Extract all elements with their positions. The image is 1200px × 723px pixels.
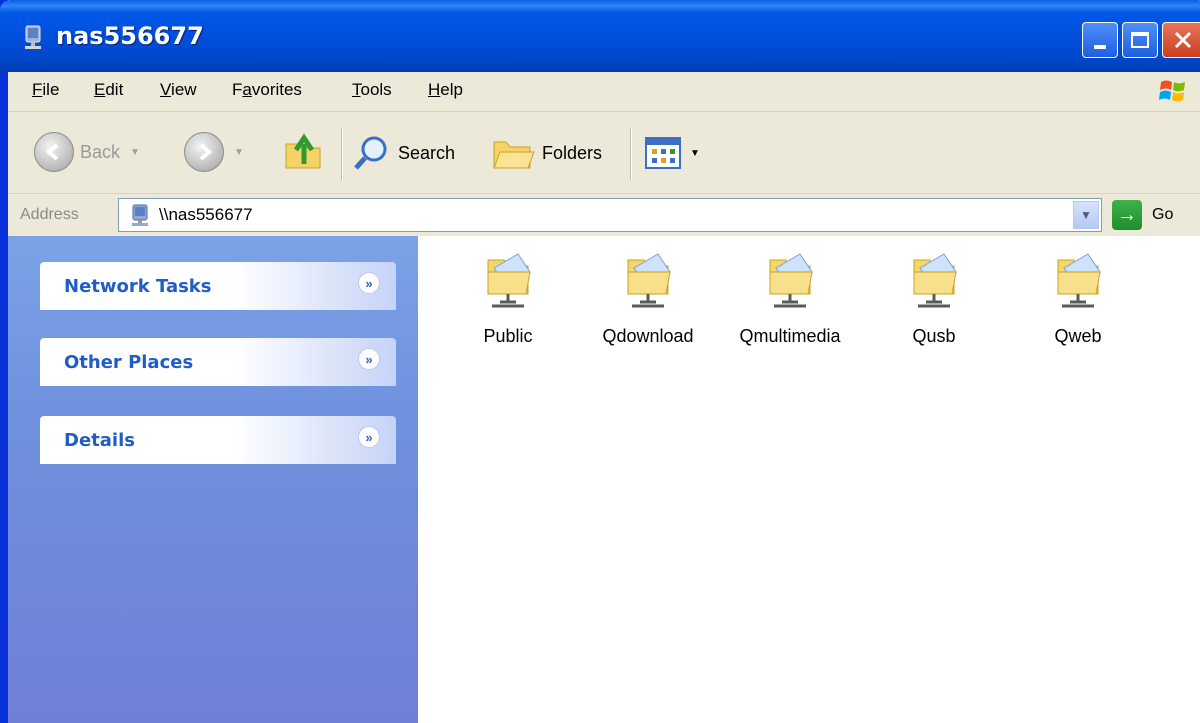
go-button[interactable]: → Go [1112, 200, 1173, 230]
minimize-icon [1094, 45, 1106, 49]
close-icon [1174, 31, 1192, 49]
menu-tools[interactable]: Tools [352, 80, 392, 100]
folders-icon [493, 141, 535, 169]
window-title: nas556677 [56, 22, 204, 50]
shared-folder-icon [913, 253, 957, 308]
address-label: Address [20, 206, 79, 223]
share-label: Public [483, 326, 533, 346]
shared-folder-icon [627, 253, 671, 308]
back-arrow-icon [34, 132, 74, 172]
up-button[interactable] [282, 130, 326, 174]
menu-file[interactable]: File [32, 80, 59, 100]
forward-arrow-icon [184, 132, 224, 172]
address-value: \\nas556677 [159, 205, 253, 224]
back-label: Back [80, 141, 121, 162]
back-button[interactable]: Back ▼ [34, 132, 140, 172]
shared-folder-icon [487, 253, 531, 308]
task-section-title: Details [64, 430, 135, 451]
menu-bar: File Edit View Favorites Tools Help [8, 72, 1200, 112]
task-pane: Network Tasks » Other Places » Details » [8, 236, 418, 723]
back-dropdown-icon[interactable]: ▼ [130, 147, 140, 158]
views-button[interactable]: ▼ [644, 136, 700, 170]
details-header[interactable]: Details » [40, 416, 396, 464]
go-label: Go [1152, 206, 1174, 223]
share-item-qdownload[interactable]: Qdownload [578, 246, 718, 347]
menu-edit[interactable]: Edit [94, 80, 123, 100]
go-arrow-icon: → [1112, 200, 1142, 230]
share-label: Qdownload [602, 326, 694, 346]
toolbar-separator [630, 128, 632, 180]
windows-logo-icon [1159, 80, 1185, 102]
share-label: Qweb [1054, 326, 1102, 346]
expand-chevron-icon[interactable]: » [358, 426, 380, 448]
toolbar: Back ▼ ▼ Search Folders ▼ [8, 112, 1200, 194]
close-button[interactable] [1162, 22, 1200, 58]
share-item-qmultimedia[interactable]: Qmultimedia [720, 246, 860, 347]
share-item-qweb[interactable]: Qweb [1008, 246, 1148, 347]
other-places-header[interactable]: Other Places » [40, 338, 396, 386]
folders-label: Folders [542, 142, 603, 163]
share-label: Qmultimedia [739, 326, 841, 346]
network-computer-icon [25, 25, 41, 49]
network-tasks-header[interactable]: Network Tasks » [40, 262, 396, 310]
search-label: Search [398, 142, 456, 163]
explorer-window: nas556677 File Edit View Favorites Tools… [0, 0, 1200, 723]
search-icon [354, 136, 387, 170]
share-item-public[interactable]: Public [438, 246, 578, 347]
forward-dropdown-icon[interactable]: ▼ [234, 147, 244, 158]
folders-button[interactable]: Folders [490, 134, 602, 172]
title-bar[interactable]: nas556677 [0, 0, 1200, 72]
menu-favorites[interactable]: Favorites [232, 80, 302, 100]
address-bar: Address \\nas556677 ▼ → Go [8, 194, 1200, 236]
toolbar-separator [341, 128, 343, 180]
menu-help[interactable]: Help [428, 80, 463, 100]
address-input[interactable]: \\nas556677 ▼ [118, 198, 1102, 232]
views-dropdown-icon[interactable]: ▼ [690, 148, 700, 159]
forward-button[interactable]: ▼ [184, 132, 244, 172]
task-section-title: Network Tasks [64, 276, 212, 297]
share-item-qusb[interactable]: Qusb [864, 246, 1004, 347]
maximize-button[interactable] [1122, 22, 1158, 58]
minimize-button[interactable] [1082, 22, 1118, 58]
maximize-icon [1131, 32, 1149, 48]
chevron-down-icon: ▼ [1080, 208, 1092, 222]
expand-chevron-icon[interactable]: » [358, 348, 380, 370]
menu-view[interactable]: View [160, 80, 197, 100]
file-list-view: Public Qdownload Qmultimedia Qusb Qweb [418, 236, 1200, 723]
address-dropdown-button[interactable]: ▼ [1073, 201, 1099, 229]
folder-up-icon [285, 133, 321, 169]
shared-folder-icon [769, 253, 813, 308]
share-label: Qusb [912, 326, 956, 346]
network-computer-icon [132, 204, 148, 226]
search-button[interactable]: Search [352, 134, 455, 172]
task-section-title: Other Places [64, 352, 194, 373]
expand-chevron-icon[interactable]: » [358, 272, 380, 294]
views-icon [645, 137, 681, 169]
shared-folder-icon [1057, 253, 1101, 308]
